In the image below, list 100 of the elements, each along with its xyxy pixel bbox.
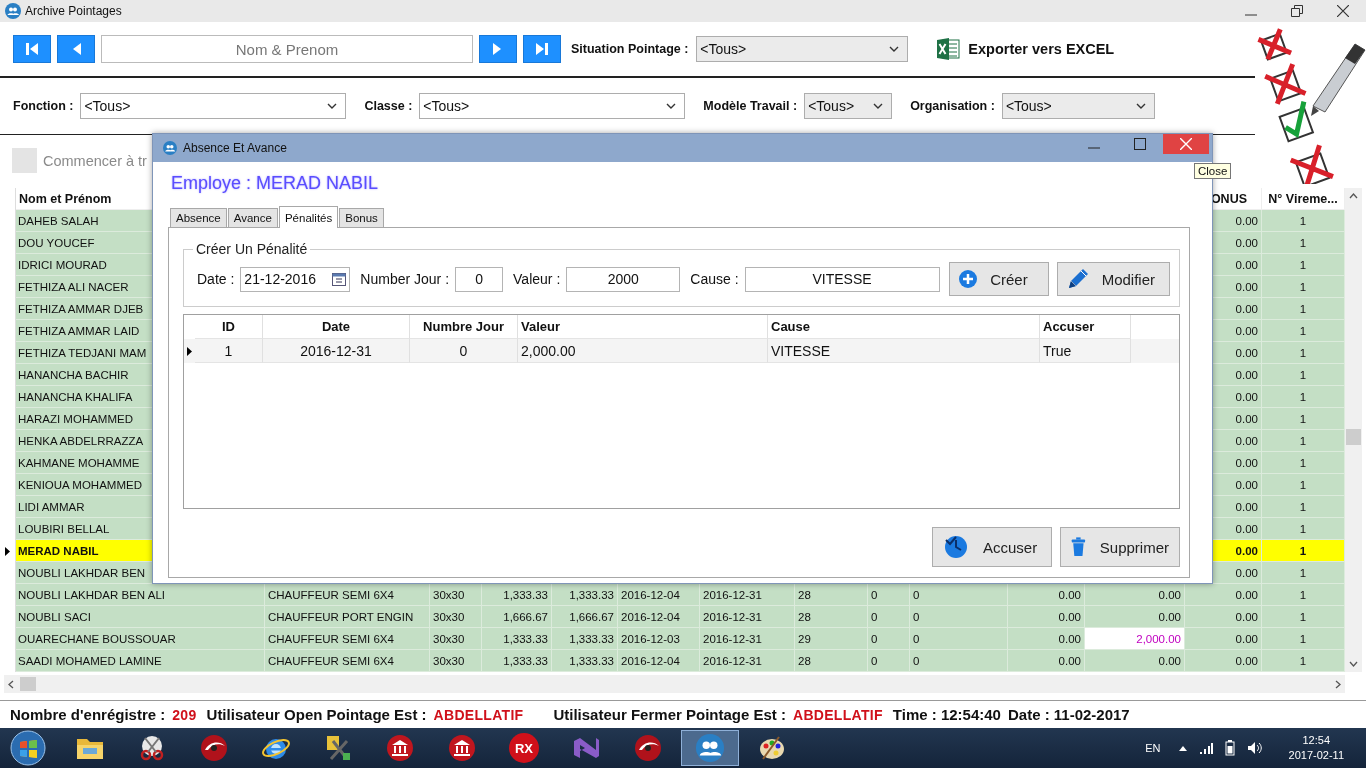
users-icon: [695, 733, 725, 763]
calendar-icon: [332, 272, 347, 286]
tab[interactable]: Avance: [227, 208, 278, 227]
scroll-thumb[interactable]: [20, 677, 36, 691]
situation-label: Situation Pointage :: [571, 42, 689, 56]
filter-dropdown[interactable]: <Tous>: [1001, 93, 1155, 119]
scroll-up-icon: [1349, 193, 1358, 199]
scroll-right-icon: [1335, 679, 1341, 689]
grid-row[interactable]: 1 2016-12-31 0 2,000.00 VITESSE True: [184, 339, 1179, 363]
last-icon: [534, 41, 550, 57]
battery-icon[interactable]: [1224, 740, 1235, 756]
table-cell: 2,000.00: [1085, 628, 1185, 650]
table-cell: 1: [195, 339, 263, 363]
status-label: Utilisateur Fermer Pointage Est :: [553, 706, 786, 723]
table-cell: 2016-12-04: [618, 650, 700, 672]
status-label: Nombre d'enrégistre :: [10, 706, 166, 723]
tab[interactable]: Absence: [170, 208, 227, 227]
first-icon: [24, 41, 40, 57]
scroll-down-icon: [1349, 661, 1358, 667]
last-button[interactable]: [523, 35, 561, 63]
previous-button[interactable]: [57, 35, 95, 63]
disc-icon: [633, 733, 663, 763]
scroll-thumb[interactable]: [1346, 429, 1361, 445]
table-row[interactable]: NOUBLI SACI CHAUFFEUR PORT ENGIN 30x30 1,666.67 1,666.67 2016-12-04 2016-12-31 28 0 0 0.00 0.00 0.00 1: [0, 606, 1345, 628]
taskbar-app[interactable]: RX: [495, 730, 553, 766]
close-icon: [1180, 138, 1192, 150]
row-pointer-icon: [187, 346, 192, 356]
table-cell: 0: [410, 339, 518, 363]
language-indicator[interactable]: EN: [1145, 742, 1161, 754]
status-value: ABDELLATIF: [793, 706, 883, 723]
first-button[interactable]: [13, 35, 51, 63]
action-button[interactable]: Supprimer: [1060, 527, 1180, 567]
search-field[interactable]: Nom & Prenom: [101, 35, 473, 63]
filter-dropdown[interactable]: <Tous>: [80, 93, 347, 119]
table-cell: 0: [910, 650, 1008, 672]
close-button[interactable]: [1163, 134, 1209, 154]
situation-dropdown[interactable]: <Tous>: [696, 36, 909, 62]
date-field[interactable]: 21-12-2016: [240, 266, 351, 292]
table-row[interactable]: NOUBLI LAKHDAR BEN ALI CHAUFFEUR SEMI 6X4 30x30 1,333.33 1,333.33 2016-12-04 2016-12-31 28 0 0 0.00 0.00 0.00 1: [0, 584, 1345, 606]
plus-icon: [958, 269, 979, 289]
export-excel-button[interactable]: Exporter vers EXCEL: [936, 37, 1115, 61]
tab[interactable]: Pénalités: [278, 206, 339, 228]
minimize-icon: [1088, 147, 1100, 149]
bank-icon: [447, 733, 477, 763]
scroll-left-icon: [8, 679, 14, 689]
users-icon: [5, 3, 21, 19]
filter-dropdown[interactable]: <Tous>: [419, 93, 686, 119]
horizontal-scrollbar[interactable]: [4, 675, 1345, 693]
filter-dropdown[interactable]: <Tous>: [804, 93, 893, 119]
filter-label: Modèle Travail :: [703, 99, 798, 113]
next-button[interactable]: [479, 35, 517, 63]
table-cell: VITESSE: [768, 339, 1040, 363]
window-title: Archive Pointages: [25, 4, 122, 18]
table-cell: 30x30: [430, 650, 482, 672]
app-badge: RX: [509, 733, 539, 763]
table-cell: 2016-12-31: [700, 650, 795, 672]
chevron-icon: [889, 46, 900, 52]
dialog-title: Absence Et Avance: [183, 141, 287, 155]
table-row[interactable]: SAADI MOHAMED LAMINE CHAUFFEUR SEMI 6X4 30x30 1,333.33 1,333.33 2016-12-04 2016-12-31 28 0 0 0.00 0.00 0.00 1: [0, 650, 1345, 672]
action-button[interactable]: Modifier: [1056, 262, 1170, 296]
maximize-icon: [1134, 138, 1146, 150]
clock-date: 2017-02-11: [1288, 748, 1344, 763]
status-time: Time : 12:54:40: [892, 706, 1001, 723]
table-cell: 0.00: [1008, 650, 1085, 672]
chevron-icon: [327, 103, 338, 109]
table-cell: 1,333.33: [552, 650, 618, 672]
tab[interactable]: Bonus: [339, 208, 384, 227]
vertical-scrollbar[interactable]: [1345, 188, 1362, 672]
action-button[interactable]: Accuser: [932, 527, 1052, 567]
filter-label: Fonction :: [13, 99, 74, 113]
status-value: 209: [172, 706, 197, 723]
table-cell: 2016-12-31: [263, 339, 410, 363]
clock[interactable]: 12:54 2017-02-11: [1288, 733, 1344, 763]
table-cell: SAADI MOHAMED LAMINE: [16, 650, 265, 672]
table-cell: True: [1040, 339, 1131, 363]
table-cell: 0: [868, 650, 910, 672]
disc-icon: [199, 733, 229, 763]
tooltip: Close: [1194, 163, 1232, 179]
speaker-icon[interactable]: [1246, 741, 1263, 755]
checkbox[interactable]: [12, 148, 37, 173]
input-field[interactable]: VITESSE: [744, 266, 940, 292]
bank-icon: [385, 733, 415, 763]
row-pointer-icon: [5, 546, 10, 556]
table-cell: 0.00: [1085, 650, 1185, 672]
filter-label: Organisation :: [910, 99, 995, 113]
field-label: Valeur :: [513, 271, 561, 287]
users-icon: [163, 141, 177, 155]
table-row[interactable]: OUARECHANE BOUSSOUAR CHAUFFEUR SEMI 6X4 30x30 1,333.33 1,333.33 2016-12-03 2016-12-31 29 0 0 0.00 2,000.00 0.00 1: [0, 628, 1345, 650]
input-field[interactable]: 0: [455, 266, 504, 292]
action-button[interactable]: Créer: [949, 262, 1049, 296]
table-cell: 2,000.00: [518, 339, 768, 363]
field-label: Number Jour :: [360, 271, 450, 287]
restore-icon: [1291, 5, 1303, 17]
signal-icon[interactable]: [1198, 742, 1213, 754]
minimize-icon: [1245, 14, 1257, 16]
input-field[interactable]: 2000: [566, 266, 681, 292]
clock-time: 12:54: [1302, 733, 1331, 748]
expand-tray-icon[interactable]: [1178, 745, 1187, 751]
spreadsheet-icon: [936, 37, 961, 61]
close-icon: [1337, 5, 1349, 17]
